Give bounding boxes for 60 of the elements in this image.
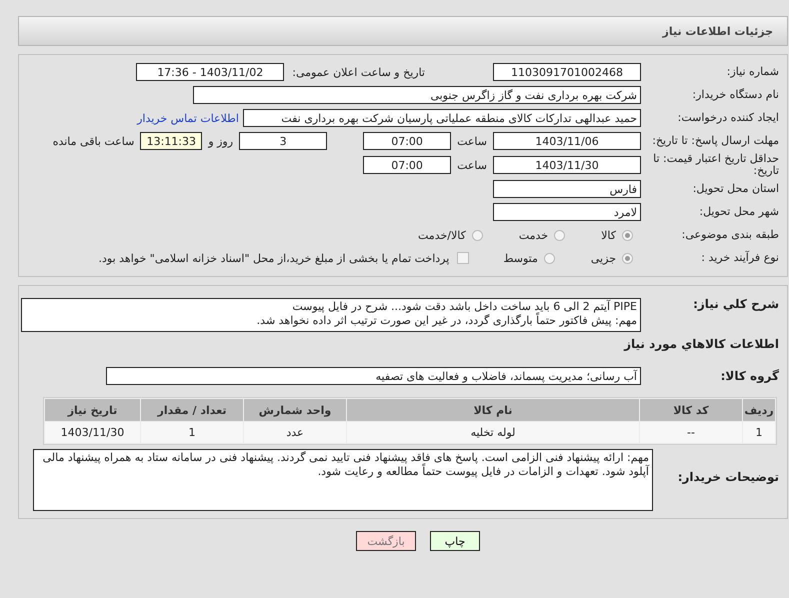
print-button[interactable]: چاپ (430, 531, 480, 551)
field-label: ایجاد کننده درخواست: (676, 112, 780, 124)
requester-field: حمید عبدالهی تدارکات کالای منطقه عملیاتی پارسیان شرکت بهره برداری نفت (243, 109, 641, 127)
page-title: جزئیات اطلاعات نیاز (662, 24, 773, 38)
radio-button[interactable] (554, 230, 566, 240)
validity-date-field: 1403/11/30 (493, 156, 641, 174)
time-label: ساعت (457, 134, 487, 148)
column-header: تاریخ نیاز (45, 399, 140, 421)
field-label: شهر محل تحویل: (698, 206, 780, 218)
field-label: حداقل تاریخ اعتبار قیمت: تا تاریخ: (652, 153, 780, 177)
field-label: گروه کالا: (720, 370, 780, 382)
radio-button[interactable] (544, 252, 555, 264)
table-cell: -- (640, 422, 742, 443)
goods-group-field: آب رسانی؛ مدیریت پسماند، فاضلاب و فعالیت های تصفیه (106, 367, 641, 385)
remaining-time-field: 13:11:33 (140, 132, 202, 150)
option-label: متوسط (503, 252, 538, 264)
table-cell: 1 (141, 422, 243, 443)
field-label: نام دستگاه خریدار: (691, 89, 780, 101)
province-field: فارس (493, 180, 641, 198)
deadline-time-field: 07:00 (363, 132, 452, 150)
table-cell: لوله تخلیه (347, 422, 639, 443)
table-cell: عدد (244, 422, 346, 443)
table-cell: 1 (743, 422, 775, 443)
option-label: پرداخت تمام یا بخشی از مبلغ خرید،از محل "اسناد خزانه اسلامی" خواهد بود. (98, 252, 450, 264)
radio-button[interactable] (472, 230, 483, 240)
field-label: شرح کلي نياز: (692, 298, 780, 310)
section-heading: اطلاعات کالاهاي مورد نياز (622, 336, 780, 353)
option-label: جزیی (590, 252, 616, 264)
description-textarea[interactable]: PIPE آیتم 2 الی 6 باید ساخت داخل باشد دقت شود... شرح در فایل پیوست مهم: پیش فاکتور حتماً بارگذاری گردد، در غیر این صورت ترتیب اثر داده نخواهد شد. (21, 298, 641, 332)
city-field: لامرد (493, 203, 641, 221)
buyer-notes-textarea[interactable]: مهم: ارائه پیشنهاد فنی الزامی است. پاسخ های فاقد پیشنهاد فنی تایید نمی گردند. پیشنهاد فنی در سامانه ستاد به همراه پیشنهاد مالی آپلود شود. تعهدات و الزامات در فایل پیوست حتماً مطالعه و رعایت شود. (33, 449, 653, 511)
need-number-field: 1103091701002468 (493, 63, 641, 81)
column-header: واحد شمارش (244, 399, 346, 421)
field-label: شماره نیاز: (726, 66, 780, 78)
days-label: روز و (208, 134, 234, 148)
validity-time-field: 07:00 (363, 156, 452, 174)
field-label: استان محل تحویل: (692, 183, 780, 195)
option-label: خدمت (518, 228, 548, 242)
column-header: ردیف (743, 399, 775, 421)
checkbox[interactable] (457, 252, 470, 264)
buyer-contact-link[interactable]: اطلاعات تماس خریدار (137, 112, 239, 124)
option-label: کالا/خدمت (418, 228, 466, 242)
column-header: نام کالا (347, 399, 639, 421)
announce-date-field: 1403/11/02 - 17:36 (136, 63, 284, 81)
deadline-date-field: 1403/11/06 (493, 132, 641, 150)
column-header: کد کالا (640, 399, 742, 421)
column-header: تعداد / مقدار (141, 399, 243, 421)
time-label: ساعت (457, 158, 487, 172)
field-label: نوع فرآیند خرید : (700, 252, 780, 264)
radio-button[interactable] (622, 252, 633, 264)
table-cell: 1403/11/30 (45, 422, 140, 443)
option-label: کالا (601, 228, 616, 242)
radio-button[interactable] (622, 230, 633, 240)
field-label: توضیحات خریدار: (676, 469, 780, 483)
field-label: طبقه بندی موضوعی: (680, 229, 780, 241)
buyer-field: شرکت بهره برداری نفت و گاز زاگرس جنوبی (193, 86, 641, 104)
remaining-label: ساعت باقی مانده (52, 134, 134, 148)
days-field: 3 (239, 132, 328, 150)
field-label: تاریخ و ساعت اعلان عمومی: (292, 66, 425, 78)
field-label: مهلت ارسال پاسخ: تا تاریخ: (651, 135, 780, 147)
